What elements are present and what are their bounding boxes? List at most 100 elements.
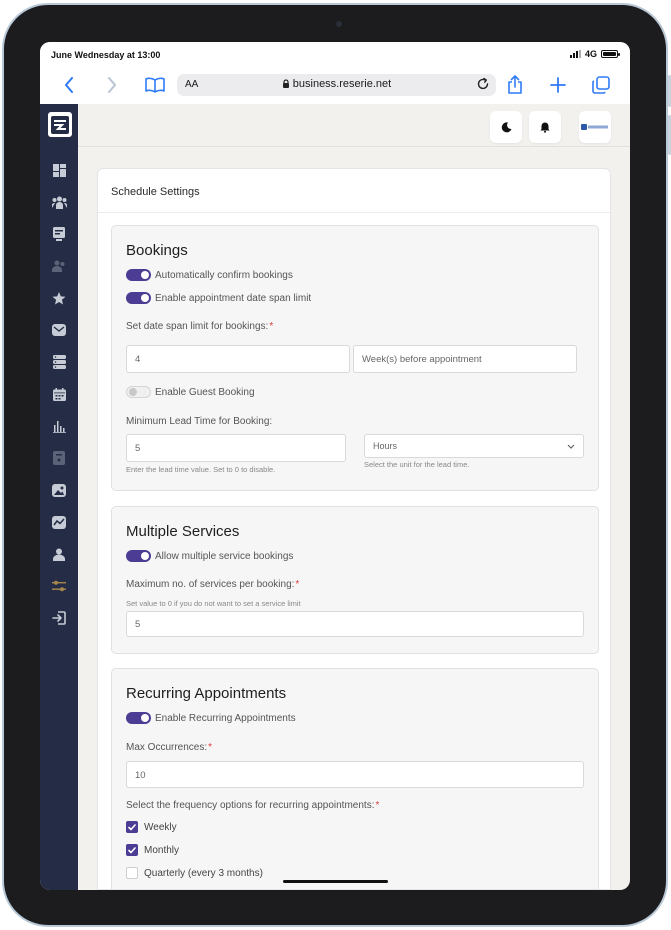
date-span-toggle-row[interactable]: Enable appointment date span limit <box>126 292 311 304</box>
check-icon <box>128 846 136 853</box>
frequency-label: Select the frequency options for recurri… <box>126 800 379 811</box>
browser-toolbar: AA business.reserie.net <box>40 68 630 104</box>
customers-icon[interactable] <box>51 258 67 274</box>
required-mark: * <box>375 800 380 811</box>
battery-icon <box>601 50 620 58</box>
new-tab-icon[interactable] <box>545 72 571 98</box>
notifications-icon[interactable] <box>529 111 561 143</box>
recurring-heading: Recurring Appointments <box>126 685 287 702</box>
date-span-value: 4 <box>135 354 141 365</box>
max-services-label: Maximum no. of services per booking:* <box>126 579 299 590</box>
lock-icon <box>282 79 289 88</box>
business-logo[interactable] <box>579 111 611 143</box>
enable-recurring-toggle[interactable] <box>126 712 151 724</box>
max-services-value: 5 <box>135 619 141 630</box>
address-bar[interactable]: AA business.reserie.net <box>177 74 496 96</box>
recurring-card: Recurring Appointments Enable Recurring … <box>111 668 599 889</box>
services-icon[interactable] <box>51 354 67 370</box>
url-value: business.reserie.net <box>292 78 392 90</box>
required-mark: * <box>208 742 213 753</box>
guest-booking-toggle-row[interactable]: Enable Guest Booking <box>126 386 255 398</box>
logout-icon[interactable] <box>51 610 67 626</box>
calendar-icon[interactable] <box>51 386 67 402</box>
max-occurrences-value: 10 <box>135 770 146 781</box>
date-span-toggle-label: Enable appointment date span limit <box>155 292 312 304</box>
bookings-icon[interactable] <box>51 226 67 242</box>
weekly-checkbox[interactable] <box>126 821 138 833</box>
enable-recurring-toggle-row[interactable]: Enable Recurring Appointments <box>126 712 296 724</box>
camera <box>336 21 342 27</box>
date-span-unit-field[interactable]: Week(s) before appointment <box>353 345 577 373</box>
allow-multiple-toggle[interactable] <box>126 550 151 562</box>
invoices-icon[interactable] <box>51 450 67 466</box>
analytics-icon[interactable] <box>51 514 67 530</box>
lead-time-input[interactable]: 5 <box>126 434 346 462</box>
bookmarks-icon[interactable] <box>142 72 168 98</box>
screen: June Wednesday at 13:00 4G AA business.r… <box>40 42 630 890</box>
date-span-label: Set date span limit for bookings:* <box>126 321 273 332</box>
status-bar: June Wednesday at 13:00 4G <box>40 42 630 68</box>
lead-unit-value: Hours <box>373 441 398 451</box>
profile-icon[interactable] <box>51 546 67 562</box>
reports-icon[interactable] <box>51 418 67 434</box>
max-occurrences-input[interactable]: 10 <box>126 761 584 788</box>
date-span-input[interactable]: 4 <box>126 345 350 373</box>
dark-mode-icon[interactable] <box>490 111 522 143</box>
reload-icon[interactable] <box>476 77 490 94</box>
bookings-heading: Bookings <box>126 242 188 259</box>
dashboard-icon[interactable] <box>51 162 67 178</box>
allow-multiple-label: Allow multiple service bookings <box>155 550 294 562</box>
bookings-card: Bookings Automatically confirm bookings … <box>111 225 599 491</box>
guest-booking-toggle[interactable] <box>126 386 151 398</box>
reviews-icon[interactable] <box>51 290 67 306</box>
auto-confirm-toggle-row[interactable]: Automatically confirm bookings <box>126 269 293 281</box>
app-logo[interactable] <box>48 112 72 137</box>
forward-icon[interactable] <box>99 72 125 98</box>
network-label: 4G <box>584 49 597 59</box>
frequency-option-monthly[interactable]: Monthly <box>126 844 179 856</box>
multiple-services-card: Multiple Services Allow multiple service… <box>111 506 599 654</box>
signal-icon <box>569 50 581 58</box>
status-time: June Wednesday at 13:00 <box>51 50 161 60</box>
enable-recurring-label: Enable Recurring Appointments <box>155 712 296 724</box>
monthly-checkbox[interactable] <box>126 844 138 856</box>
auto-confirm-toggle[interactable] <box>126 269 151 281</box>
staff-icon[interactable] <box>51 194 67 210</box>
weekly-label: Weekly <box>144 821 177 833</box>
home-indicator <box>283 880 388 883</box>
max-occurrences-label: Max Occurrences:* <box>126 742 212 753</box>
frequency-label-text: Select the frequency options for recurri… <box>126 800 375 811</box>
gallery-icon[interactable] <box>51 482 67 498</box>
lead-unit-help: Select the unit for the lead time. <box>364 460 470 469</box>
sidebar <box>40 104 78 890</box>
multiple-services-heading: Multiple Services <box>126 523 240 540</box>
back-icon[interactable] <box>56 72 82 98</box>
lead-time-value: 5 <box>135 443 141 454</box>
messages-icon[interactable] <box>51 322 67 338</box>
guest-booking-label: Enable Guest Booking <box>155 386 255 398</box>
date-span-toggle[interactable] <box>126 292 151 304</box>
max-services-label-text: Maximum no. of services per booking: <box>126 579 295 590</box>
quarterly-label: Quarterly (every 3 months) <box>144 867 263 879</box>
date-span-unit-value: Week(s) before appointment <box>362 354 482 365</box>
tabs-icon[interactable] <box>588 72 614 98</box>
max-occurrences-label-text: Max Occurrences: <box>126 742 208 753</box>
settings-icon[interactable] <box>51 578 67 594</box>
monthly-label: Monthly <box>144 844 180 856</box>
lead-time-label: Minimum Lead Time for Booking: <box>126 416 273 427</box>
lead-unit-select[interactable]: Hours <box>364 434 584 458</box>
lead-time-help: Enter the lead time value. Set to 0 to d… <box>126 465 276 474</box>
auto-confirm-label: Automatically confirm bookings <box>155 269 293 281</box>
frequency-option-weekly[interactable]: Weekly <box>126 821 177 833</box>
required-mark: * <box>269 321 274 332</box>
url-text: business.reserie.net <box>177 78 496 90</box>
chevron-down-icon <box>567 444 575 449</box>
quarterly-checkbox[interactable] <box>126 867 138 879</box>
max-services-input[interactable]: 5 <box>126 611 584 637</box>
share-icon[interactable] <box>502 72 528 98</box>
frequency-option-quarterly[interactable]: Quarterly (every 3 months) <box>126 867 263 879</box>
check-icon <box>128 823 136 830</box>
max-services-help: Set value to 0 if you do not want to set… <box>126 599 301 608</box>
divider <box>98 212 610 213</box>
allow-multiple-toggle-row[interactable]: Allow multiple service bookings <box>126 550 293 562</box>
